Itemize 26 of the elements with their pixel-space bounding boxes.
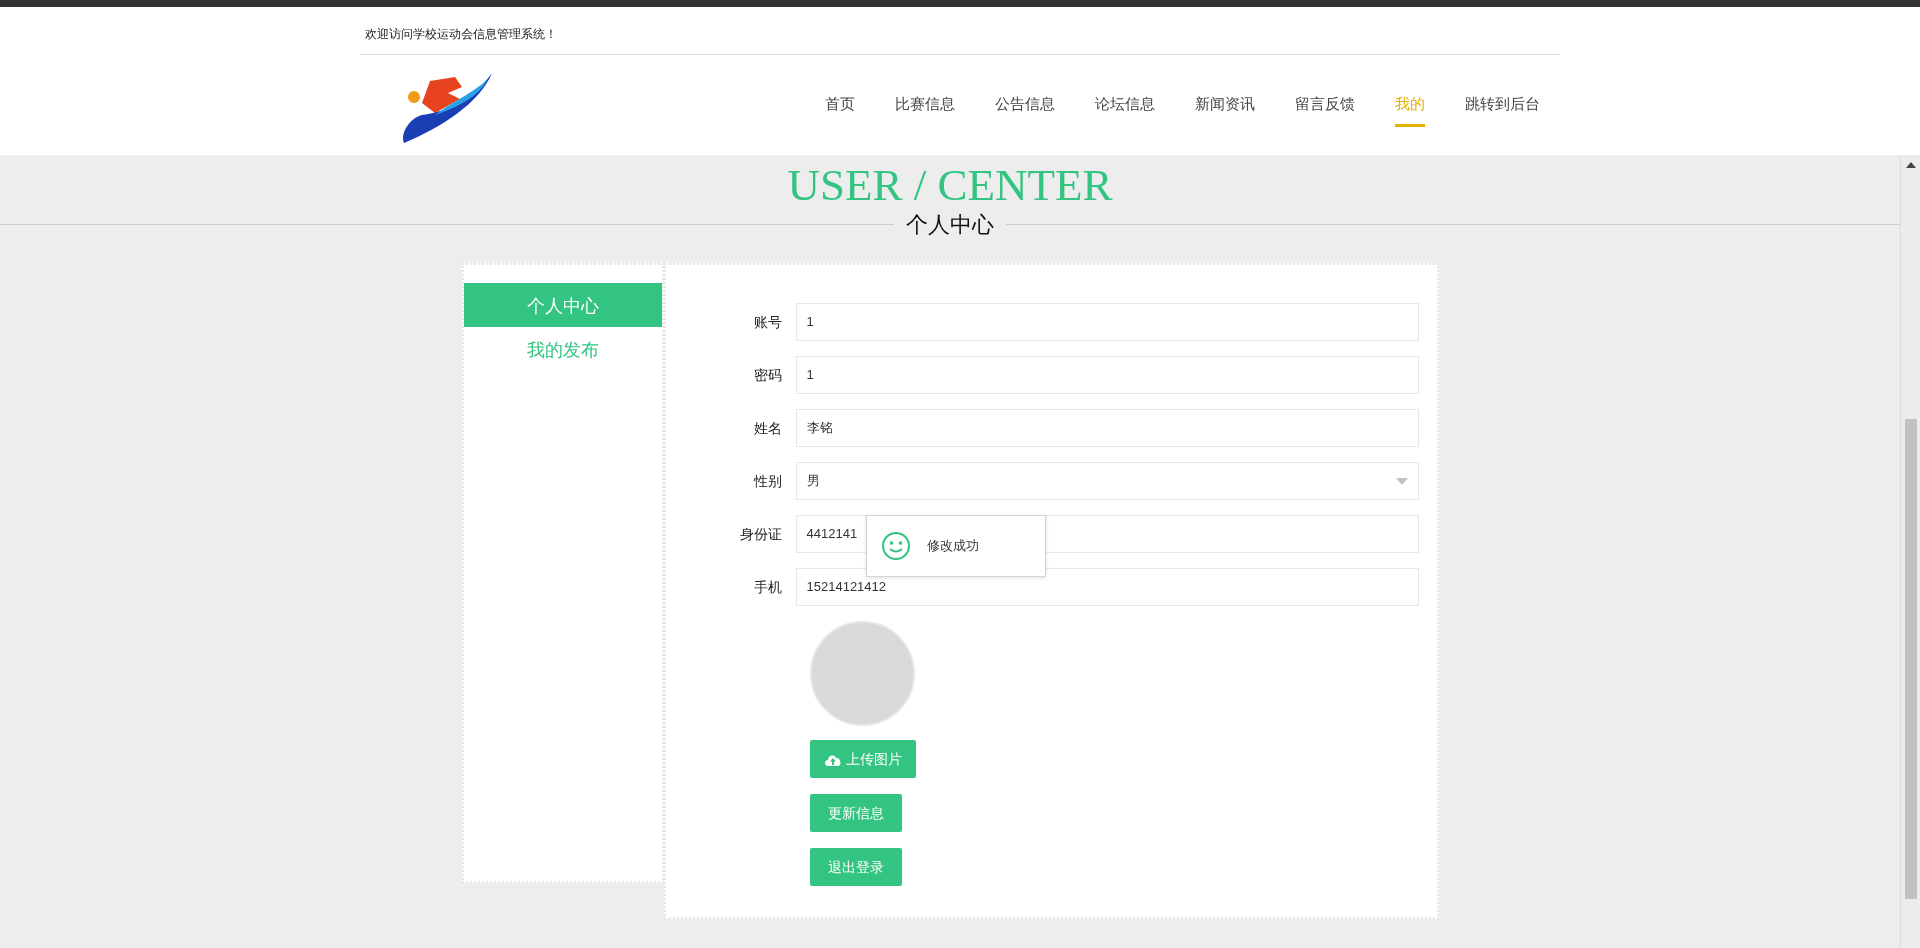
input-field[interactable]: 15214121412	[795, 568, 1419, 606]
nav-link[interactable]: 跳转到后台	[1465, 93, 1540, 127]
input-field[interactable]: 1	[795, 303, 1419, 341]
scroll-up-icon[interactable]	[1905, 161, 1916, 169]
input-field[interactable]: 李铭	[795, 409, 1419, 447]
field-label: 姓名	[752, 418, 783, 438]
caret-icon	[1395, 477, 1408, 485]
nav-link[interactable]: 比赛信息	[895, 93, 955, 127]
nav-link[interactable]: 论坛信息	[1095, 93, 1155, 127]
input-field[interactable]: 1	[795, 356, 1419, 394]
toast-message: 修改成功	[926, 537, 979, 556]
page-subtitle: 个人中心	[905, 211, 995, 239]
scrollbar-thumb[interactable]	[1904, 419, 1917, 899]
field-label: 身份证	[738, 524, 783, 544]
nav-link[interactable]: 首页	[825, 93, 855, 127]
field-label: 性别	[752, 471, 783, 491]
field-label: 账号	[752, 312, 783, 332]
welcome-text: 欢迎访问学校运动会信息管理系统！	[360, 7, 1560, 55]
page-title: USER / CENTER	[786, 159, 1114, 208]
nav-link[interactable]: 新闻资讯	[1195, 93, 1255, 127]
field-label: 密码	[752, 365, 783, 385]
nav-link[interactable]: 公告信息	[995, 93, 1055, 127]
field-label: 手机	[752, 577, 783, 597]
smiley-icon	[880, 531, 911, 561]
select-field[interactable]: 男	[795, 462, 1419, 500]
nav-link[interactable]: 留言反馈	[1295, 93, 1355, 127]
